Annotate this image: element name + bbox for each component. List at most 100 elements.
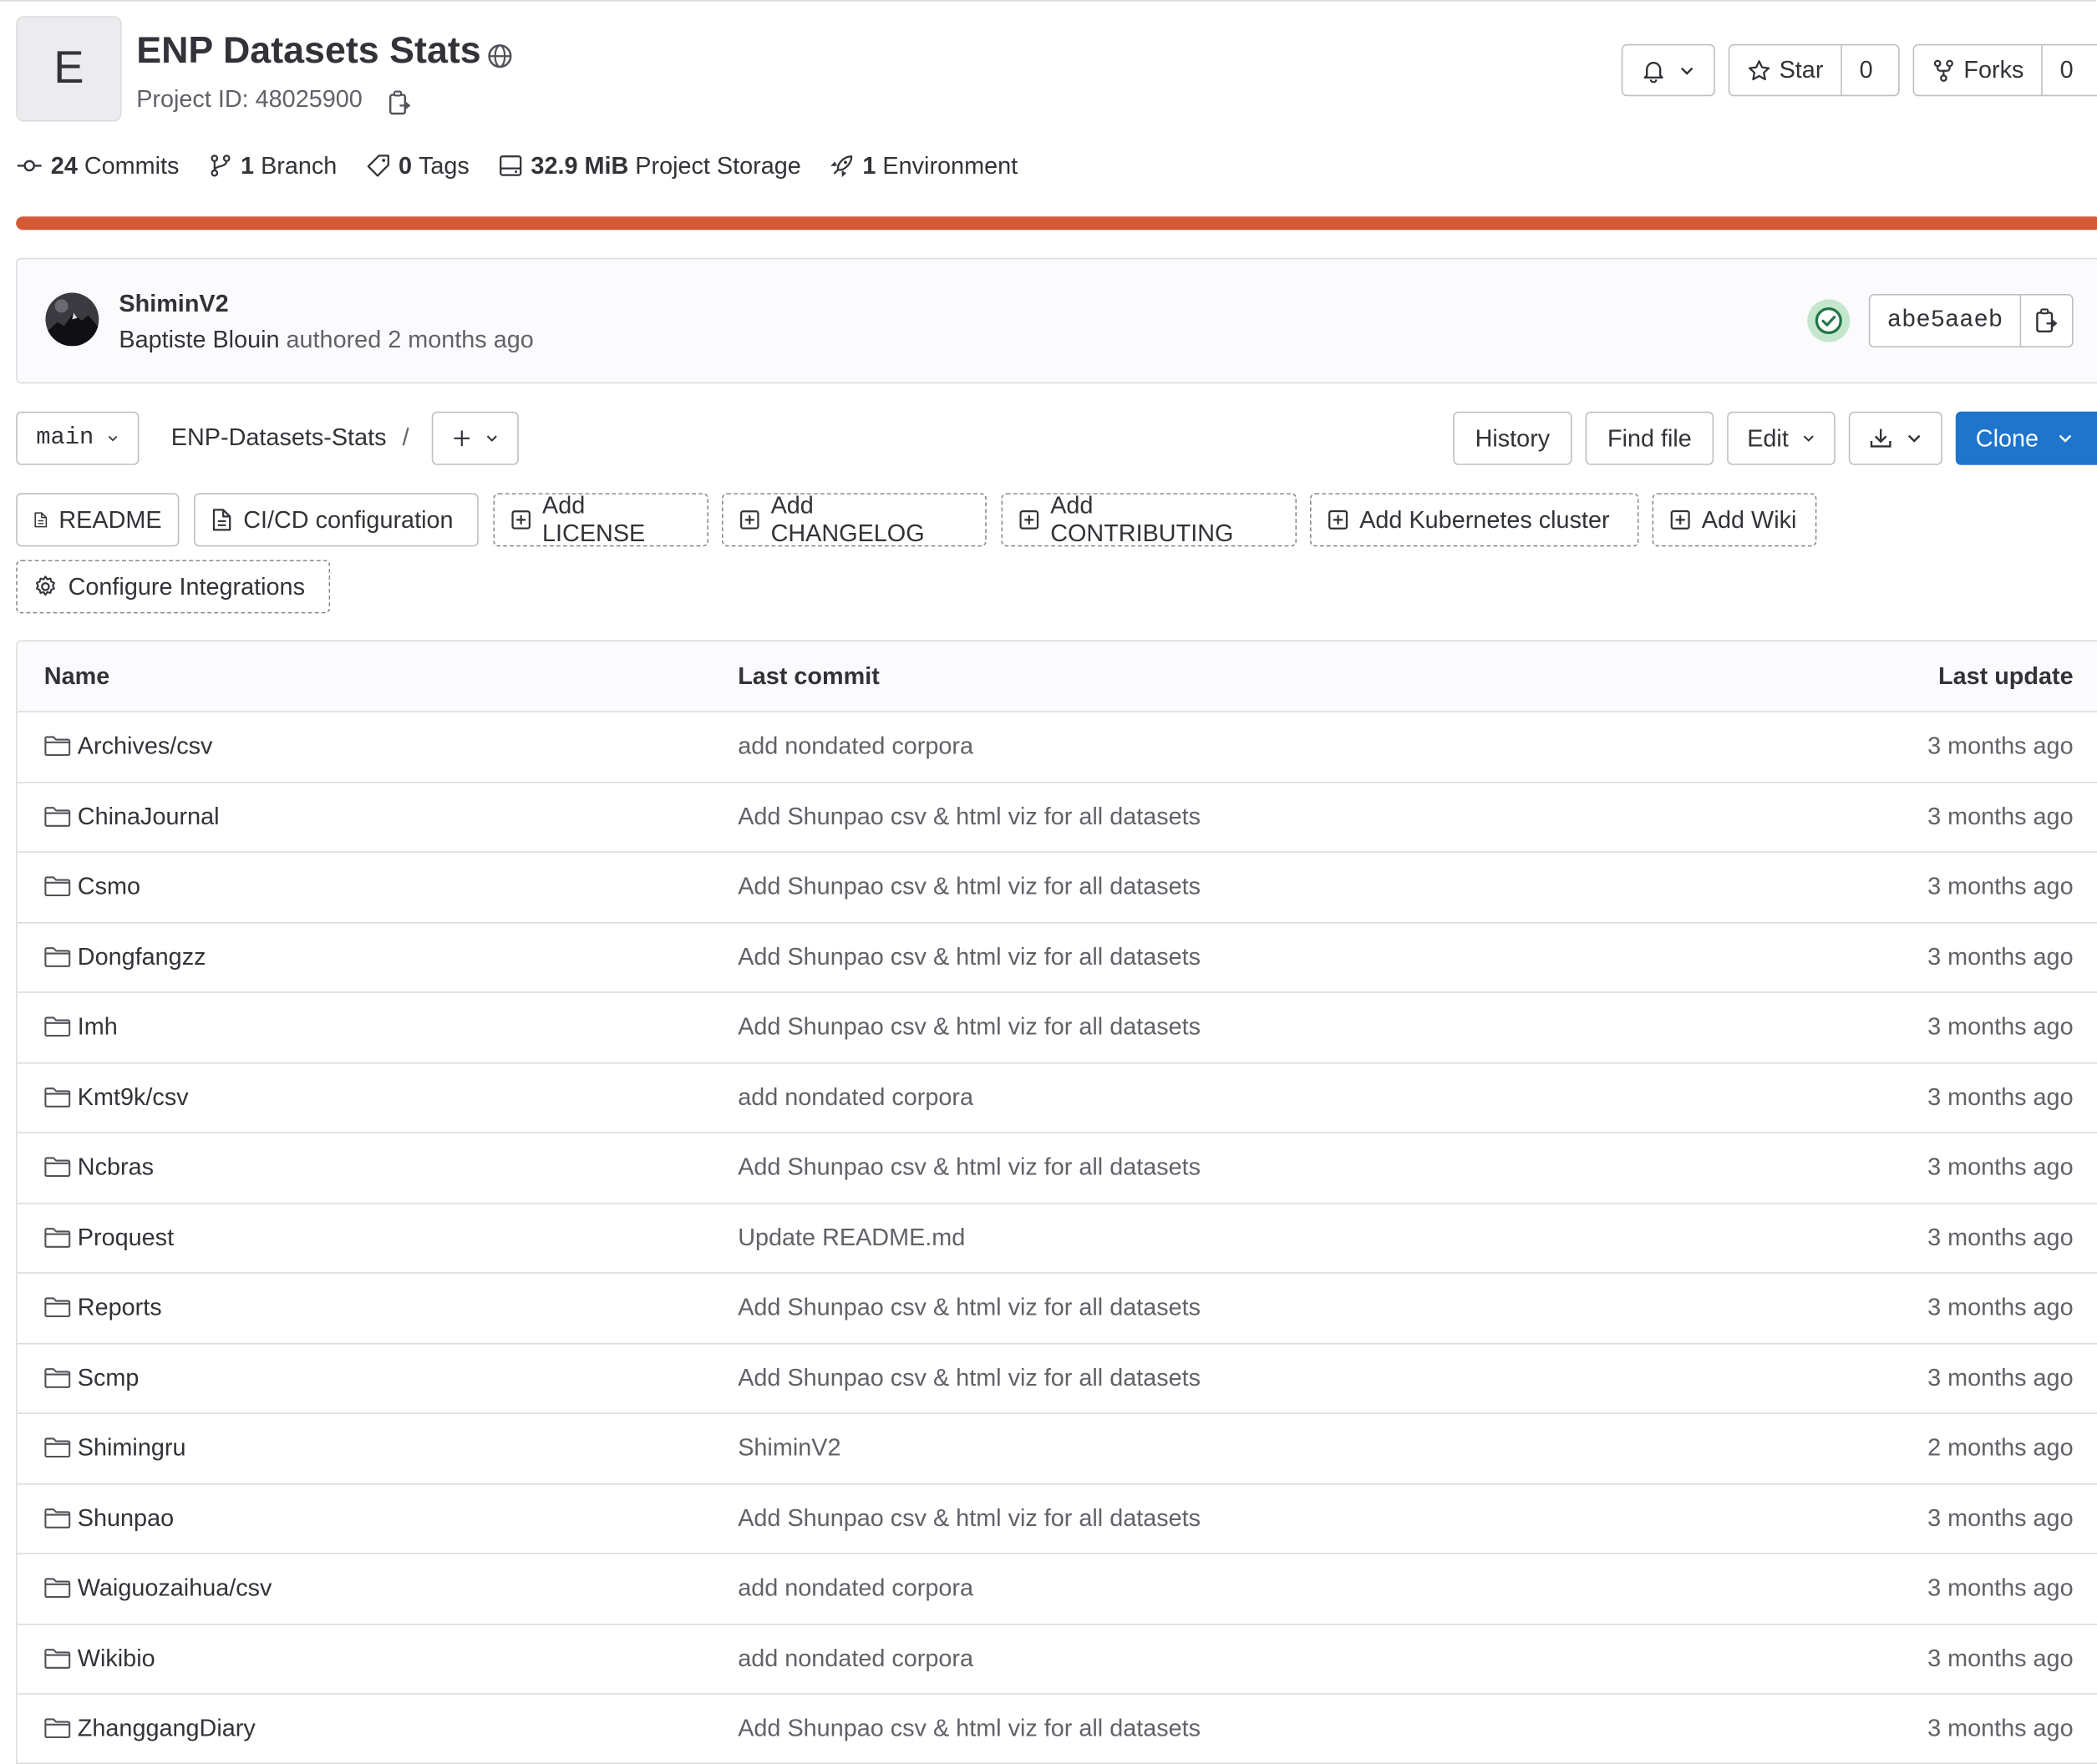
add-license-label: Add LICENSE	[542, 491, 646, 547]
last-commit-message[interactable]: Add Shunpao csv & html viz for all datas…	[738, 1364, 1201, 1392]
table-row[interactable]: Imh Add Shunpao csv & html viz for all d…	[17, 993, 2097, 1063]
table-row[interactable]: Shunpao Add Shunpao csv & html viz for a…	[17, 1484, 2097, 1554]
project-title[interactable]: ENP Datasets Stats	[136, 29, 481, 72]
table-row[interactable]: Kmt9k/csv add nondated corpora 3 months …	[17, 1063, 2097, 1133]
last-update-time: 3 months ago	[1927, 1363, 2074, 1391]
table-row[interactable]: Dongfangzz Add Shunpao csv & html viz fo…	[17, 923, 2097, 993]
notification-button[interactable]	[1621, 43, 1715, 97]
add-changelog-button[interactable]: Add CHANGELOG	[722, 492, 987, 547]
file-name-link[interactable]: Archives/csv	[78, 732, 213, 761]
breadcrumb-separator: /	[402, 423, 409, 451]
file-name-link[interactable]: ChinaJournal	[78, 803, 220, 831]
readme-button[interactable]: README	[16, 493, 180, 547]
file-name-link[interactable]: Imh	[78, 1013, 118, 1042]
plus-square-icon	[1328, 509, 1348, 530]
branch-label: Branch	[261, 151, 338, 179]
file-name-link[interactable]: ZhanggangDiary	[78, 1715, 256, 1743]
table-row[interactable]: Archives/csv add nondated corpora 3 mont…	[17, 712, 2097, 783]
last-commit-message[interactable]: add nondated corpora	[738, 1574, 973, 1603]
add-wiki-label: Add Wiki	[1701, 505, 1797, 533]
table-row[interactable]: ZhanggangDiary Add Shunpao csv & html vi…	[18, 1695, 2097, 1763]
column-header-last-commit: Last commit	[738, 662, 880, 690]
last-commit-message[interactable]: Add Shunpao csv & html viz for all datas…	[738, 1294, 1201, 1322]
find-file-button[interactable]: Find file	[1585, 411, 1714, 465]
file-name-link[interactable]: Wikibio	[78, 1645, 155, 1673]
last-commit-message[interactable]: Add Shunpao csv & html viz for all datas…	[738, 1715, 1201, 1743]
last-commit-message[interactable]: Update README.md	[738, 1224, 965, 1252]
last-commit-message[interactable]: add nondated corpora	[738, 732, 973, 761]
stat-branches[interactable]: 1 Branch	[209, 151, 338, 180]
file-name-link[interactable]: Kmt9k/csv	[78, 1083, 189, 1112]
stat-tags[interactable]: 0 Tags	[367, 152, 470, 180]
star-count[interactable]: 0	[1860, 56, 1873, 84]
table-row[interactable]: Csmo Add Shunpao csv & html viz for all …	[17, 853, 2097, 923]
table-row[interactable]: Wikibio add nondated corpora 3 months ag…	[17, 1625, 2097, 1695]
stat-environments[interactable]: 1 Environment	[830, 152, 1018, 180]
branch-name: main	[36, 424, 94, 452]
folder-icon	[44, 1508, 71, 1528]
last-commit-message[interactable]: add nondated corpora	[738, 1083, 973, 1112]
forks-button[interactable]: Forks 0	[1912, 43, 2097, 97]
table-row[interactable]: Scmp Add Shunpao csv & html viz for all …	[17, 1344, 2097, 1414]
commits-label: Commits	[84, 151, 180, 179]
history-button[interactable]: History	[1453, 411, 1572, 465]
author-avatar[interactable]	[45, 292, 99, 347]
cicd-config-button[interactable]: CI/CD configuration	[194, 493, 479, 547]
forks-count[interactable]: 0	[2060, 56, 2074, 84]
commit-author[interactable]: Baptiste Blouin	[119, 326, 279, 352]
last-commit-message[interactable]: Add Shunpao csv & html viz for all datas…	[738, 1504, 1201, 1533]
file-name-link[interactable]: Reports	[78, 1294, 162, 1322]
edit-button[interactable]: Edit	[1727, 411, 1836, 465]
copy-sha-button[interactable]	[2021, 296, 2072, 347]
last-commit-message[interactable]: ShiminV2	[738, 1434, 840, 1462]
last-commit-message[interactable]: Add Shunpao csv & html viz for all datas…	[738, 943, 1201, 971]
table-row[interactable]: Shimingru ShiminV2 2 months ago	[17, 1414, 2097, 1484]
file-name-link[interactable]: Csmo	[78, 873, 140, 901]
add-contributing-button[interactable]: Add CONTRIBUTING	[1001, 492, 1297, 547]
breadcrumb-repo[interactable]: ENP-Datasets-Stats	[171, 423, 387, 452]
last-update-time: 3 months ago	[1927, 872, 2074, 900]
configure-integrations-button[interactable]: Configure Integrations	[16, 560, 331, 614]
project-avatar[interactable]: E	[16, 16, 122, 122]
table-row[interactable]: Waiguozaihua/csv add nondated corpora 3 …	[17, 1554, 2097, 1625]
file-name-link[interactable]: Scmp	[78, 1364, 140, 1392]
clone-button[interactable]: Clone	[1955, 411, 2097, 465]
branch-selector[interactable]: main	[16, 411, 140, 465]
folder-icon	[44, 1718, 71, 1739]
stat-storage[interactable]: 32.9 MiB Project Storage	[499, 152, 801, 180]
file-name-link[interactable]: Proquest	[78, 1224, 174, 1252]
folder-icon	[44, 806, 71, 827]
add-to-tree-button[interactable]	[431, 411, 519, 465]
last-commit-message[interactable]: Add Shunpao csv & html viz for all datas…	[738, 1153, 1201, 1182]
file-name-link[interactable]: Shimingru	[78, 1434, 186, 1462]
table-row[interactable]: Proquest Update README.md 3 months ago	[17, 1204, 2097, 1274]
table-header: Name Last commit Last update	[17, 641, 2097, 712]
add-license-button[interactable]: Add LICENSE	[493, 491, 708, 547]
last-commit-message[interactable]: Add Shunpao csv & html viz for all datas…	[738, 873, 1201, 901]
last-commit-message[interactable]: add nondated corpora	[738, 1645, 973, 1673]
file-name-link[interactable]: Ncbras	[78, 1153, 154, 1182]
add-wiki-button[interactable]: Add Wiki	[1652, 493, 1817, 547]
copy-icon[interactable]	[388, 89, 412, 116]
file-name-link[interactable]: Shunpao	[78, 1504, 174, 1533]
repository-language-bar[interactable]	[16, 216, 2097, 231]
column-header-name: Name	[43, 662, 110, 690]
forks-label: Forks	[1963, 56, 2024, 84]
file-name-link[interactable]: Waiguozaihua/csv	[78, 1574, 272, 1603]
pipeline-status-badge[interactable]	[1807, 299, 1851, 342]
commit-sha[interactable]: abe5aaeb	[1870, 295, 2022, 347]
last-commit-message[interactable]: Add Shunpao csv & html viz for all datas…	[738, 803, 1201, 831]
star-button[interactable]: Star 0	[1728, 43, 1900, 97]
last-commit-message[interactable]: Add Shunpao csv & html viz for all datas…	[738, 1013, 1201, 1042]
last-update-time: 3 months ago	[1927, 1293, 2074, 1320]
add-kubernetes-button[interactable]: Add Kubernetes cluster	[1310, 493, 1639, 547]
table-row[interactable]: Reports Add Shunpao csv & html viz for a…	[17, 1274, 2097, 1344]
storage-label: Project Storage	[635, 151, 801, 179]
file-name-link[interactable]: Dongfangzz	[78, 943, 206, 971]
table-row[interactable]: ChinaJournal Add Shunpao csv & html viz …	[17, 783, 2097, 853]
commit-title[interactable]: ShiminV2	[119, 290, 228, 318]
stat-commits[interactable]: 24 Commits	[16, 152, 179, 180]
folder-icon	[44, 946, 71, 967]
table-row[interactable]: Ncbras Add Shunpao csv & html viz for al…	[17, 1133, 2097, 1204]
download-button[interactable]	[1848, 411, 1942, 465]
